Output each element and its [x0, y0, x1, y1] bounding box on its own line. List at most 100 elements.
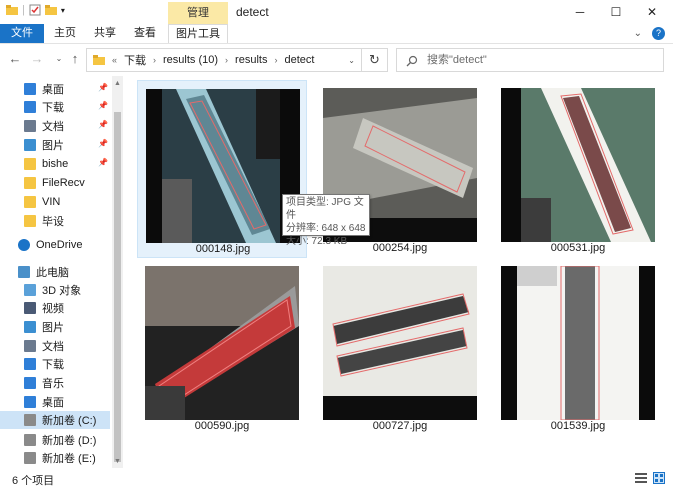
- sidebar-item-label: 新加卷 (D:): [42, 435, 97, 447]
- tab-view[interactable]: 查看: [130, 24, 160, 43]
- address-bar[interactable]: « 下载 › results (10) › results › detect ⌄: [86, 48, 362, 72]
- sidebar-item-label: bishe: [42, 158, 69, 170]
- breadcrumb-downloads[interactable]: 下载: [124, 52, 146, 68]
- chevron-right-icon[interactable]: ›: [222, 55, 231, 65]
- file-item[interactable]: 001539.jpg: [493, 258, 663, 436]
- title-bar: | ▾ 管理 detect ─ ☐ ✕: [0, 0, 673, 24]
- scroll-up-icon[interactable]: ▲: [112, 78, 123, 89]
- drive-icon: [24, 434, 36, 446]
- context-tab-manage[interactable]: 管理: [168, 2, 228, 24]
- file-name: 000590.jpg: [194, 420, 250, 432]
- expand-ribbon-icon[interactable]: ⌄: [634, 28, 642, 39]
- item-count: 6 个项目: [12, 475, 55, 487]
- sidebar-item-label: 文档: [42, 341, 64, 353]
- back-arrow-icon[interactable]: ←: [8, 52, 22, 66]
- help-icon[interactable]: ?: [652, 27, 665, 40]
- sidebar-item[interactable]: OneDrive: [0, 236, 110, 254]
- sidebar-item-label: 图片: [42, 140, 64, 152]
- image-thumbnail: [146, 89, 300, 243]
- details-view-icon[interactable]: [635, 472, 647, 484]
- large-icons-view-icon[interactable]: [653, 472, 665, 484]
- sidebar-item-label: 此电脑: [36, 267, 69, 279]
- scroll-thumb[interactable]: [114, 112, 121, 462]
- tab-home[interactable]: 主页: [50, 24, 80, 43]
- sidebar-item-label: 音乐: [42, 378, 64, 390]
- tab-picture-tools[interactable]: 图片工具: [168, 24, 228, 43]
- navigation-pane: 桌面 📌 下载 📌 文档 📌 图片 📌 bishe 📌 FileRecv VIN 毕设 OneDrive 此…: [0, 76, 124, 468]
- tooltip-type: 项目类型: JPG 文件: [286, 197, 364, 221]
- drive-icon: [24, 452, 36, 464]
- sidebar-item[interactable]: FileRecv: [0, 174, 110, 192]
- sidebar-item[interactable]: VIN: [0, 193, 110, 211]
- sidebar-item-label: 新加卷 (E:): [42, 453, 96, 465]
- sidebar-item[interactable]: 音乐: [0, 374, 110, 392]
- sidebar-scrollbar[interactable]: ▲ ▼: [112, 76, 123, 468]
- sidebar-item[interactable]: 图片 📌: [0, 136, 110, 154]
- file-name: 000148.jpg: [195, 243, 251, 255]
- sidebar-item[interactable]: 此电脑: [0, 263, 110, 281]
- sidebar-item-label: 桌面: [42, 397, 64, 409]
- video-icon: [24, 302, 36, 314]
- forward-arrow-icon[interactable]: →: [30, 52, 44, 66]
- breadcrumb-overflow[interactable]: «: [109, 55, 120, 65]
- pin-icon: 📌: [98, 120, 108, 129]
- sidebar-item[interactable]: bishe 📌: [0, 155, 110, 173]
- computer-icon: [18, 266, 30, 278]
- pin-icon: 📌: [98, 139, 108, 148]
- maximize-button[interactable]: ☐: [598, 2, 634, 22]
- sidebar-item[interactable]: 3D 对象: [0, 281, 110, 299]
- music-icon: [24, 377, 36, 389]
- sidebar-item-label: 下载: [42, 102, 64, 114]
- tooltip-resolution: 分辨率: 648 x 648: [286, 223, 366, 234]
- sidebar-item-label: 视频: [42, 303, 64, 315]
- document-icon: [24, 120, 36, 132]
- address-dropdown-icon[interactable]: ⌄: [348, 56, 355, 65]
- recent-locations-icon[interactable]: ⌄: [52, 52, 66, 66]
- refresh-button[interactable]: ↻: [362, 48, 388, 72]
- download-icon: [24, 101, 36, 113]
- sidebar-item[interactable]: 毕设: [0, 212, 110, 230]
- properties-icon[interactable]: [29, 4, 41, 16]
- sidebar-item[interactable]: 视频: [0, 299, 110, 317]
- sidebar-item-label: 下载: [42, 359, 64, 371]
- tab-file[interactable]: 文件: [0, 24, 44, 43]
- file-name: 000727.jpg: [372, 420, 428, 432]
- up-arrow-icon[interactable]: ↑: [68, 52, 82, 66]
- chevron-right-icon[interactable]: ›: [271, 55, 280, 65]
- search-input[interactable]: 搜索"detect": [396, 48, 664, 72]
- sidebar-item[interactable]: 图片: [0, 318, 110, 336]
- sidebar-item[interactable]: 桌面 📌: [0, 80, 110, 98]
- file-info-tooltip: 项目类型: JPG 文件 分辨率: 648 x 648 大小: 72.3 KB: [282, 194, 370, 247]
- view-switcher: [635, 472, 665, 484]
- sidebar-item-label: FileRecv: [42, 177, 85, 189]
- sidebar-item[interactable]: 下载 📌: [0, 98, 110, 116]
- file-item[interactable]: 000590.jpg: [137, 258, 307, 436]
- sidebar-item[interactable]: 文档: [0, 337, 110, 355]
- explorer-window: | ▾ 管理 detect ─ ☐ ✕ 文件 主页 共享 查看 图片工具 ⌄ ?…: [0, 0, 673, 489]
- chevron-right-icon[interactable]: ›: [150, 55, 159, 65]
- desktop-icon: [24, 396, 36, 408]
- sidebar-item[interactable]: 新加卷 (C:): [0, 411, 110, 429]
- folder-icon: [24, 158, 36, 170]
- file-item[interactable]: 000531.jpg: [493, 80, 663, 258]
- sidebar-item[interactable]: 新加卷 (E:): [0, 449, 110, 467]
- sidebar-item-label: 桌面: [42, 84, 64, 96]
- sidebar-item-label: 毕设: [42, 216, 64, 228]
- customize-toolbar-icon[interactable]: ▾: [61, 6, 65, 15]
- file-item[interactable]: 000727.jpg: [315, 258, 485, 436]
- sidebar-item-label: 图片: [42, 322, 64, 334]
- scroll-down-icon[interactable]: ▼: [112, 456, 123, 467]
- new-folder-icon[interactable]: [44, 4, 57, 16]
- close-button[interactable]: ✕: [634, 2, 670, 22]
- breadcrumb-results-10[interactable]: results (10): [163, 54, 218, 66]
- divider: |: [22, 4, 25, 16]
- pin-icon: 📌: [98, 83, 108, 92]
- breadcrumb-detect[interactable]: detect: [284, 54, 314, 66]
- tab-share[interactable]: 共享: [90, 24, 120, 43]
- sidebar-item[interactable]: 文档 📌: [0, 117, 110, 135]
- sidebar-item[interactable]: 新加卷 (D:): [0, 431, 110, 449]
- sidebar-item[interactable]: 下载: [0, 355, 110, 373]
- sidebar-item[interactable]: 桌面: [0, 393, 110, 411]
- breadcrumb-results[interactable]: results: [235, 54, 267, 66]
- minimize-button[interactable]: ─: [562, 2, 598, 22]
